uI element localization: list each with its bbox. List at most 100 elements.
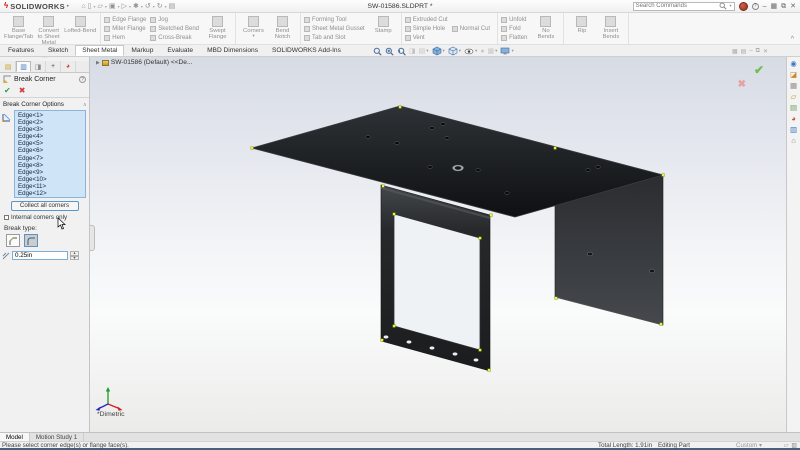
zoom-to-fit-icon[interactable] <box>373 47 382 56</box>
doc-minimize-icon[interactable]: – <box>749 48 752 54</box>
feature-tree-flyout[interactable]: ▶ SW-01586 (Default) <<De... <box>96 59 192 66</box>
custom-properties-icon[interactable]: ▥ <box>790 126 797 134</box>
tab-featuremanager-design-tree[interactable]: ▤ <box>1 61 16 72</box>
collapse-ribbon-button[interactable]: ^ <box>791 37 794 43</box>
dropdown-caret-icon[interactable]: ▾ <box>105 4 107 9</box>
tag-icon[interactable]: ▱ <box>784 442 789 449</box>
viewport-splitter-handle[interactable] <box>90 225 95 251</box>
view-settings-icon[interactable]: ▾ <box>500 47 513 55</box>
ribbon-button-flatten[interactable]: Flatten <box>501 33 527 42</box>
edge-list-item[interactable]: Edge<8> <box>18 162 85 169</box>
dropdown-caret-icon[interactable]: ▾ <box>129 4 131 9</box>
ribbon-button-cross-break[interactable]: Cross-Break <box>150 33 199 42</box>
edge-list-item[interactable]: Edge<9> <box>18 169 85 176</box>
edge-list-item[interactable]: Edge<12> <box>18 190 85 197</box>
apply-scene-icon[interactable]: ▦▾ <box>488 48 498 55</box>
doc-pane-icon[interactable]: ▤ <box>741 48 747 55</box>
edge-list-item[interactable]: Edge<3> <box>18 126 85 133</box>
ribbon-button-insert-bends[interactable]: Insert Bends <box>597 15 624 42</box>
dropdown-caret-icon[interactable]: ▾ <box>141 4 143 9</box>
ribbon-button-rip[interactable]: Rip <box>568 15 595 42</box>
ribbon-button-extruded-cut[interactable]: Extruded Cut <box>405 15 448 24</box>
edge-list-item[interactable]: Edge<10> <box>18 176 85 183</box>
edge-selection-list[interactable]: Edge<1>Edge<2>Edge<3>Edge<4>Edge<5>Edge<… <box>14 110 86 198</box>
configuration-selector[interactable]: Custom ▾ <box>736 442 762 449</box>
tab-markup[interactable]: Markup <box>124 45 160 56</box>
redo-icon[interactable]: ↻ <box>157 3 163 10</box>
flyout-expand-icon[interactable]: ▶ <box>96 60 100 66</box>
toolbox-icon[interactable]: ◪ <box>790 71 797 79</box>
ribbon-button-edge-flange[interactable]: Edge Flange <box>104 15 146 24</box>
dropdown-caret-icon[interactable]: ▾ <box>118 4 120 9</box>
pane-toggle-icon[interactable]: ▥ <box>791 442 797 449</box>
tab-displaymanager[interactable]: ◕ <box>61 61 76 72</box>
confirm-cancel-icon[interactable]: ✖ <box>738 79 746 90</box>
edit-appearance-icon[interactable]: ● <box>480 48 484 55</box>
edge-list-item[interactable]: Edge<1> <box>18 112 85 119</box>
close-button[interactable]: ✕ <box>790 3 796 10</box>
zoom-to-area-icon[interactable] <box>385 47 394 56</box>
file-explorer-icon[interactable]: ▱ <box>791 93 797 101</box>
help-button[interactable]: ? <box>752 3 759 10</box>
tab-motion-study-1[interactable]: Motion Study 1 <box>30 433 84 441</box>
undo-icon[interactable]: ↺ <box>145 3 151 10</box>
tab-solidworks-add-ins[interactable]: SOLIDWORKS Add-Ins <box>265 45 348 56</box>
edge-list-item[interactable]: Edge<6> <box>18 147 85 154</box>
ribbon-button-miter-flange[interactable]: Miter Flange <box>104 24 146 33</box>
distance-spinner[interactable]: ▲▼ <box>70 251 79 260</box>
internal-corners-checkbox[interactable] <box>4 215 9 220</box>
doc-restore-icon[interactable]: ⧉ <box>756 48 760 55</box>
tab-mbd-dimensions[interactable]: MBD Dimensions <box>200 45 265 56</box>
tab-evaluate[interactable]: Evaluate <box>160 45 200 56</box>
annotation-views-icon[interactable]: ▤▾ <box>419 48 429 55</box>
ribbon-button-forming-tool[interactable]: Forming Tool <box>304 15 365 24</box>
save-icon[interactable]: ▣ <box>109 3 116 10</box>
edge-list-item[interactable]: Edge<11> <box>18 183 85 190</box>
new-file-icon[interactable]: ▯ <box>88 3 92 10</box>
tab-model[interactable]: Model <box>0 433 30 441</box>
doc-close-icon[interactable]: ✕ <box>763 48 768 55</box>
tab-features[interactable]: Features <box>1 45 41 56</box>
edge-list-item[interactable]: Edge<4> <box>18 133 85 140</box>
ribbon-button-bend-notch[interactable]: Bend Notch <box>269 15 296 42</box>
panel-help-icon[interactable]: ? <box>79 76 86 83</box>
doc-grid-icon[interactable]: ▦ <box>732 48 738 55</box>
previous-view-icon[interactable] <box>397 47 406 56</box>
tab-sheet-metal[interactable]: Sheet Metal <box>75 45 124 56</box>
ribbon-button-lofted-bend[interactable]: Lofted-Bend <box>64 15 96 42</box>
model-front-flange[interactable] <box>381 185 490 371</box>
ribbon-button-corners[interactable]: Corners▾ <box>240 15 267 42</box>
fillet-break-button[interactable] <box>24 234 38 247</box>
edge-list-item[interactable]: Edge<5> <box>18 140 85 147</box>
solidworks-resources-icon[interactable]: ⌂ <box>791 137 796 145</box>
user-avatar[interactable] <box>739 2 748 11</box>
ribbon-button-hem[interactable]: Hem <box>104 33 146 42</box>
tab-dimxpertmanager[interactable]: + <box>46 61 61 72</box>
options-grid-icon[interactable]: ▦ <box>771 3 778 10</box>
ribbon-button-jog[interactable]: Jog <box>150 15 199 24</box>
search-dropdown-icon[interactable]: ▾ <box>729 3 731 9</box>
tab-configurationmanager[interactable]: ◨ <box>31 61 46 72</box>
dropdown-caret-icon[interactable]: ▾ <box>252 34 254 38</box>
ribbon-button-sketched-bend[interactable]: Sketched Bend <box>150 24 199 33</box>
view-orientation-icon[interactable]: ▾ <box>432 46 445 56</box>
hide-show-items-icon[interactable]: ▾ <box>464 48 477 55</box>
open-file-icon[interactable]: ▱ <box>98 3 103 10</box>
collapse-section-icon[interactable]: ᴧ <box>84 102 87 108</box>
dropdown-caret-icon[interactable]: ▾ <box>165 4 167 9</box>
chamfer-break-button[interactable] <box>6 234 20 247</box>
home-icon[interactable]: ⌂ <box>81 3 85 10</box>
ribbon-button-simple-hole[interactable]: Simple Hole <box>405 24 448 33</box>
search-commands-box[interactable]: ▾ <box>633 2 735 11</box>
section-view-icon[interactable]: ◨ <box>409 48 416 55</box>
options-icon[interactable]: ✱ <box>133 3 139 10</box>
edge-list-item[interactable]: Edge<7> <box>18 155 85 162</box>
ribbon-button-sheet-metal-gusset[interactable]: Sheet Metal Gusset <box>304 24 365 33</box>
select-icon[interactable]: ▷ <box>122 3 127 10</box>
view-palette-icon[interactable]: ▤ <box>790 104 797 112</box>
file-properties-icon[interactable]: ▤ <box>169 3 176 10</box>
ribbon-button-tab-and-slot[interactable]: Tab and Slot <box>304 33 365 42</box>
break-distance-input[interactable] <box>12 251 68 260</box>
ribbon-button-unfold[interactable]: Unfold <box>501 15 527 24</box>
ribbon-button-normal-cut[interactable]: Normal Cut <box>452 24 490 33</box>
